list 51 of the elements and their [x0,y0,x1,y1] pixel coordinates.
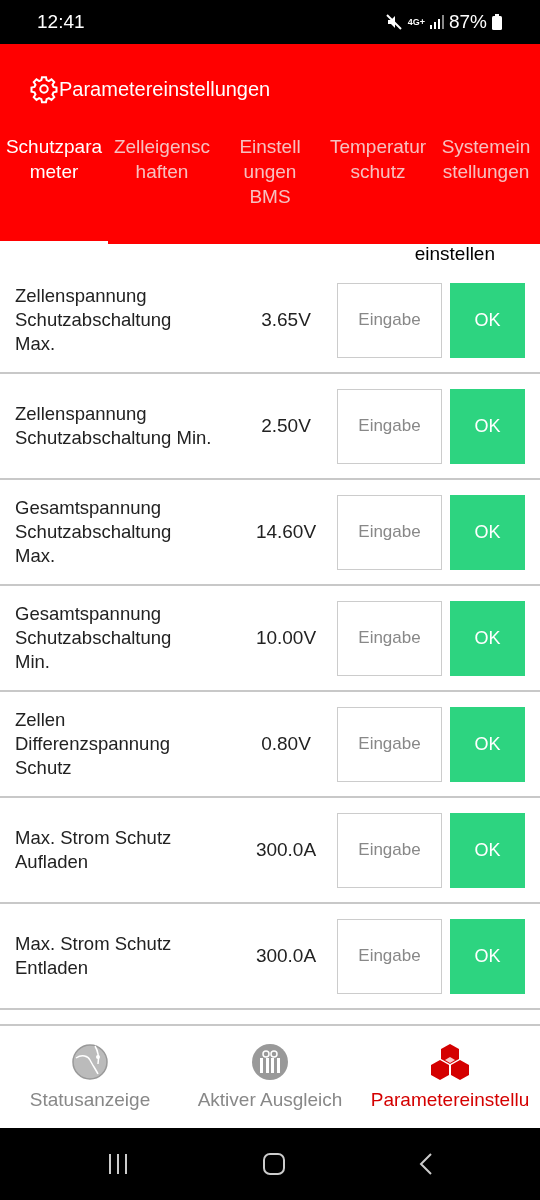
status-time: 12:41 [37,11,85,33]
parameter-label: Zellenspannung Schutzabschaltung Max. [15,284,173,356]
recent-apps-icon[interactable] [106,1152,130,1176]
parameter-value: 0.80V [260,733,312,755]
ok-button[interactable]: OK [450,282,525,358]
tab[interactable]: Systemein stellungen [432,134,540,244]
ok-button[interactable]: OK [450,600,525,676]
ok-button[interactable]: OK [450,918,525,994]
parameter-value: 10.00V [254,627,318,649]
parameter-value: 2.50V [260,415,312,437]
input-field[interactable]: Eingabe [337,388,442,464]
parameter-label: Gesamtspannung Schutzabschaltung Max. [15,496,173,568]
mute-icon [384,13,403,31]
input-field[interactable]: Eingabe [337,706,442,782]
tab[interactable]: Schutzpara meter [0,134,108,244]
nav-tab[interactable]: Statusanzeige [0,1026,180,1128]
network-label: 4G+ [407,17,425,27]
ok-button[interactable]: OK [450,494,525,570]
input-field[interactable]: Eingabe [337,282,442,358]
tab[interactable]: Zelleigensc haften [108,134,216,244]
parameter-value: 14.60V [254,521,318,543]
battery-percent: 87% [448,11,487,33]
page-title: Parametereinstellungen [59,77,271,101]
globe-icon [71,1043,109,1081]
input-field[interactable]: Eingabe [337,918,442,994]
gift-icon [251,1043,289,1081]
ok-button[interactable]: OK [450,812,525,888]
ok-button[interactable]: OK [450,388,525,464]
parameter-label: Max. Strom Schutz Entladen [15,932,173,980]
parameter-label: Zellen Differenzspannung Schutz [15,708,171,780]
input-field[interactable]: Eingabe [337,600,442,676]
parameter-label: Zellenspannung Schutzabschaltung Min. [15,402,213,450]
settings-icon [29,74,59,104]
parameter-value: 3.65V [260,309,312,331]
ok-button[interactable]: OK [450,706,525,782]
parameter-value: 300.0A [254,945,318,967]
nav-tab[interactable]: Aktiver Ausgleich [180,1026,360,1128]
parameter-label: Gesamtspannung Schutzabschaltung Min. [15,602,173,674]
parameter-label: Max. Strom Schutz Aufladen [15,826,173,874]
tab[interactable]: Einstell ungen BMS [216,134,324,244]
input-field[interactable]: Eingabe [337,494,442,570]
parameter-value: 300.0A [254,839,318,861]
cubes-icon [430,1043,470,1081]
input-field[interactable]: Eingabe [337,812,442,888]
battery-icon [492,14,502,30]
tab[interactable]: Temperatur schutz [324,134,432,244]
nav-tab[interactable]: Parametereinstellu [360,1026,540,1128]
back-icon[interactable] [418,1152,434,1176]
signal-icon [429,15,444,29]
home-icon[interactable] [262,1152,286,1176]
row-label: einstellen [414,244,495,264]
